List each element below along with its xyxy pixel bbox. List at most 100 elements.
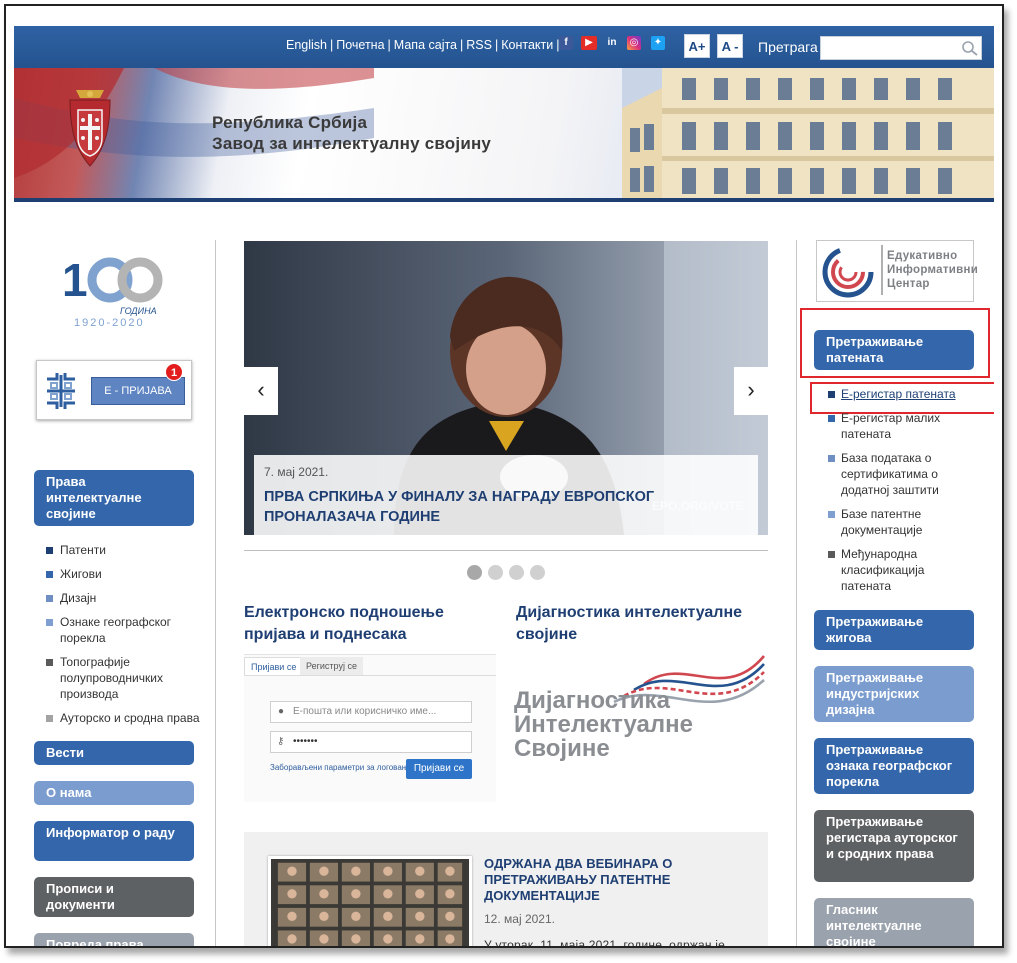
nav-news[interactable]: Вести	[34, 741, 194, 765]
tab-underline	[244, 675, 496, 676]
efiling-title[interactable]: Електронско подношење пријава и поднесак…	[244, 602, 494, 646]
coat-of-arms-icon	[69, 90, 111, 167]
notification-badge: 1	[165, 363, 183, 381]
slider-divider	[244, 550, 768, 551]
facebook-icon[interactable]: f	[559, 36, 573, 50]
page: English | Почетна | Мапа сајта | RSS | Контакти |…	[14, 26, 994, 946]
banner-line2: Завод за интелектуалну својину	[212, 134, 492, 153]
nav-gazette[interactable]: Гласник интелектуалне својине	[814, 898, 974, 946]
login-user-field[interactable]: ● Е-пошта или корисничко име...	[270, 701, 472, 723]
top-bar: English | Почетна | Мапа сајта | RSS | Контакти |…	[14, 26, 994, 68]
slider-dot-1[interactable]	[467, 565, 482, 580]
left-sidebar: 1 ГОДИНА 1920-2020 Е - ПРИЈАВА 1 Права и…	[14, 206, 214, 946]
slider-prev-button[interactable]: ‹	[244, 367, 278, 415]
search-box	[820, 36, 982, 60]
list-item-ipc[interactable]: Међународна класификација патената	[828, 546, 976, 594]
e-prijava-button[interactable]: Е - ПРИЈАВА	[91, 377, 185, 405]
list-item-topographies[interactable]: Топографије полупроводничких производа	[46, 654, 206, 702]
diagnostics-title[interactable]: Дијагностика интелектуалне својине	[516, 602, 756, 646]
edu-center-text: Едукативно Информативни Центар	[887, 250, 979, 290]
anniversary-years: 1920-2020	[74, 317, 145, 328]
diag-logo-line2: Интелектуалне	[514, 711, 693, 738]
list-item-e-register-small-patents[interactable]: Е-регистар малих патената	[828, 410, 976, 442]
slider-caption[interactable]: 7. мај 2021. ПРВА СРПКИЊА У ФИНАЛУ ЗА НА…	[254, 455, 758, 535]
diag-logo-line1: Дијагностика	[514, 687, 671, 714]
key-icon: ⚷	[277, 736, 285, 747]
e-prijava-widget[interactable]: Е - ПРИЈАВА 1	[36, 360, 192, 420]
banner-underline	[14, 198, 994, 202]
slider-dot-3[interactable]	[509, 565, 524, 580]
list-item-design[interactable]: Дизајн	[46, 590, 206, 606]
login-button[interactable]: Пријави се	[406, 759, 472, 779]
anniversary-logo-icon[interactable]: 1 ГОДИНА 1920-2020	[60, 252, 184, 328]
slider-dot-4[interactable]	[530, 565, 545, 580]
slider-title[interactable]: ПРВА СРПКИЊА У ФИНАЛУ ЗА НАГРАДУ ЕВРОПСК…	[264, 487, 714, 527]
slider-watermark: EPO.ORG/VOTE	[651, 499, 744, 513]
edu-center-logo-icon	[822, 246, 874, 298]
twitter-icon[interactable]: ✦	[651, 36, 665, 50]
font-decrease-button[interactable]: A -	[717, 34, 743, 58]
youtube-icon[interactable]: ▶	[581, 36, 597, 50]
building-image	[622, 68, 994, 198]
patent-search-list: Е-регистар патената Е-регистар малих пат…	[828, 386, 976, 602]
forgot-link[interactable]: Заборављени параметри за логовање	[270, 763, 413, 772]
link-sitemap[interactable]: Мапа сајта	[394, 38, 457, 52]
edu-center-divider	[881, 245, 883, 295]
news-date: 12. мај 2021.	[484, 912, 555, 926]
nav-ip-rights[interactable]: Права интелектуалне својине	[34, 470, 194, 526]
linkedin-icon[interactable]: in	[605, 36, 619, 50]
slider-next-button[interactable]: ›	[734, 367, 768, 415]
ip-rights-list: Патенти Жигови Дизајн Ознаке географског…	[46, 542, 206, 734]
list-item-e-register-patents[interactable]: Е-регистар патената	[828, 386, 976, 402]
slider-dot-2[interactable]	[488, 565, 503, 580]
top-links: English | Почетна | Мапа сајта | RSS | Контакти |	[286, 38, 560, 52]
tab-login[interactable]: Пријави се	[244, 657, 304, 675]
link-contacts[interactable]: Контакти	[501, 38, 553, 52]
nav-about[interactable]: О нама	[34, 781, 194, 805]
tab-register[interactable]: Региструј се	[300, 657, 363, 675]
institution-name: Република Србија Завод за интелектуалну …	[212, 112, 491, 154]
header-banner: Република Србија Завод за интелектуалну …	[14, 68, 994, 198]
banner-line1: Република Србија	[212, 113, 368, 132]
list-item-geo-indications[interactable]: Ознаке географског порекла	[46, 614, 206, 646]
anniversary-label: ГОДИНА	[120, 306, 157, 316]
nav-search-geo[interactable]: Претраживање ознака географског порекла	[814, 738, 974, 794]
news-slider[interactable]: ‹ › 7. мај 2021. ПРВА СРПКИЊА У ФИНАЛУ З…	[244, 241, 768, 535]
news-item: ОДРЖАНА ДВА ВЕБИНАРА О ПРЕТРАЖИВАЊУ ПАТЕ…	[244, 832, 768, 946]
user-icon: ●	[278, 706, 285, 717]
edu-info-center-banner[interactable]: Едукативно Информативни Центар	[816, 240, 978, 302]
nav-informator[interactable]: Информатор о раду	[34, 821, 194, 861]
list-item-copyright[interactable]: Ауторско и сродна права	[46, 710, 206, 726]
login-password-field[interactable]: ⚷ •••••••	[270, 731, 472, 753]
list-item-patents[interactable]: Патенти	[46, 542, 206, 558]
list-item-patent-docs[interactable]: Базе патентне документације	[828, 506, 976, 538]
slider-date: 7. мај 2021.	[264, 465, 329, 479]
list-item-spc-database[interactable]: База података о сертификатима о додатној…	[828, 450, 976, 498]
search-label: Претрага	[758, 39, 818, 55]
search-icon[interactable]	[961, 40, 979, 56]
link-rss[interactable]: RSS	[466, 38, 492, 52]
browser-frame: English | Почетна | Мапа сајта | RSS | Контакти |…	[4, 4, 1004, 948]
search-input[interactable]	[821, 37, 959, 59]
link-home[interactable]: Почетна	[336, 38, 384, 52]
nav-regulations[interactable]: Прописи и документи	[34, 877, 194, 917]
news-excerpt: У уторак, 11. маја 2021. године, одржан …	[484, 938, 726, 946]
diag-logo-line3: Својине	[514, 735, 610, 762]
diagnostics-logo-icon[interactable]: Дијагностика Интелектуалне Својине	[514, 654, 766, 766]
nav-search-patents[interactable]: Претраживање патената	[814, 330, 974, 370]
list-item-trademarks[interactable]: Жигови	[46, 566, 206, 582]
instagram-icon[interactable]: ◎	[627, 36, 641, 50]
font-increase-button[interactable]: A+	[684, 34, 710, 58]
login-preview[interactable]: Пријави се Региструј се ● Е-пошта или ко…	[244, 654, 496, 802]
svg-text:1: 1	[62, 254, 88, 306]
left-divider	[215, 240, 216, 946]
e-filing-logo-icon	[47, 373, 75, 409]
nav-infringement[interactable]: Повреда права интелектуалне	[34, 933, 194, 946]
nav-search-designs[interactable]: Претраживање индустријских дизајна	[814, 666, 974, 722]
news-title[interactable]: ОДРЖАНА ДВА ВЕБИНАРА О ПРЕТРАЖИВАЊУ ПАТЕ…	[484, 856, 744, 904]
webinar-photo[interactable]	[268, 856, 472, 946]
nav-search-trademarks[interactable]: Претраживање жигова	[814, 610, 974, 650]
link-english[interactable]: English	[286, 38, 327, 52]
right-divider	[796, 240, 797, 946]
nav-search-copyright[interactable]: Претраживање регистара ауторског и сродн…	[814, 810, 974, 882]
